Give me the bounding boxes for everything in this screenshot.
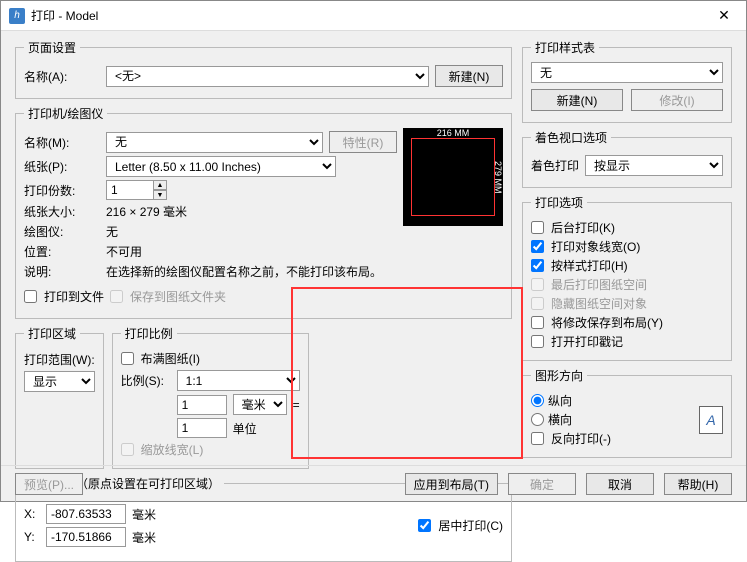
cancel-button[interactable]: 取消 [586,473,654,495]
styles-edit-button[interactable]: 修改(I) [631,89,723,111]
shaded-select[interactable]: 按显示 [585,155,723,176]
cb-save-folder [110,290,123,303]
scale-legend: 打印比例 [121,325,177,342]
styles-group: 打印样式表 无 新建(N) 修改(I) [522,39,732,123]
pr-desc-value: 在选择新的绘图仪配置名称之前，不能打印该布局。 [106,263,382,280]
cb-opt-lw[interactable] [531,240,544,253]
close-icon[interactable]: ✕ [710,2,738,30]
pr-location-label: 位置: [24,243,100,260]
scale-ratio-select[interactable]: 1:1 [177,370,300,391]
scale-unit2-input[interactable] [177,418,227,438]
cb-opt-save[interactable] [531,316,544,329]
help-button[interactable]: 帮助(H) [664,473,732,495]
offset-x-unit: 毫米 [132,506,156,523]
cb-fit-paper[interactable] [121,352,134,365]
pr-copies-label: 打印份数: [24,182,100,199]
pr-plotter-value: 无 [106,223,118,240]
shaded-label: 着色打印 [531,157,579,174]
pr-location-value: 不可用 [106,243,142,260]
pr-desc-label: 说明: [24,263,100,280]
options-group: 打印选项 后台打印(K) 打印对象线宽(O) 按样式打印(H) 最后打印图纸空间… [522,194,732,361]
cb-scale-lw [121,443,134,456]
preview-button[interactable]: 预览(P)... [15,473,83,495]
ps-name-label: 名称(A): [24,68,100,85]
paper-preview: 216 MM 279 MM [403,128,503,226]
printer-group: 打印机/绘图仪 名称(M): 无 特性(R) 纸张(P): Letter (8.… [15,105,512,319]
pr-props-button[interactable]: 特性(R) [329,131,397,153]
dim-top: 216 MM [411,128,495,138]
ps-new-button[interactable]: 新建(N) [435,65,503,87]
pr-size-value: 216 × 279 毫米 [106,203,187,220]
cb-opt-style[interactable] [531,259,544,272]
shaded-legend: 着色视口选项 [531,129,611,146]
pr-copies-input[interactable] [106,180,154,200]
rb-portrait[interactable] [531,394,544,407]
rb-landscape[interactable] [531,413,544,426]
orient-icon: A [699,406,723,434]
offset-x-input[interactable] [46,504,126,524]
cb-opt-bg[interactable] [531,221,544,234]
print-dialog: h 打印 - Model ✕ 页面设置 名称(A): <无> 新建(N) 打印机… [0,0,747,502]
offset-y-label: Y: [24,530,40,544]
pr-size-label: 纸张大小: [24,203,100,220]
offset-x-label: X: [24,507,40,521]
window-title: 打印 - Model [31,7,710,24]
offset-y-unit: 毫米 [132,529,156,546]
footer: 预览(P)... 应用到布局(T) 确定 取消 帮助(H) [1,465,746,501]
styles-new-button[interactable]: 新建(N) [531,89,623,111]
print-area-group: 打印区域 打印范围(W): 显示 [15,325,104,469]
apply-button[interactable]: 应用到布局(T) [405,473,498,495]
area-range-select[interactable]: 显示 [24,371,95,392]
cb-center[interactable] [418,519,431,532]
scale-unit1-select[interactable]: 毫米 [233,394,287,415]
cb-opt-hide [531,297,544,310]
options-legend: 打印选项 [531,194,587,211]
styles-select[interactable]: 无 [531,62,723,83]
cb-opt-stamp[interactable] [531,335,544,348]
pr-paper-label: 纸张(P): [24,158,100,175]
cb-print-to-file[interactable] [24,290,37,303]
area-range-label: 打印范围(W): [24,351,95,368]
printer-legend: 打印机/绘图仪 [24,105,107,122]
pr-name-select[interactable]: 无 [106,132,323,153]
spinner-down-icon[interactable]: ▼ [153,190,167,200]
scale-ratio-label: 比例(S): [121,372,171,389]
styles-legend: 打印样式表 [531,39,599,56]
scale-unit2-label: 单位 [233,420,257,437]
paper-outline [411,138,495,216]
orient-group: 图形方向 纵向 横向 反向打印(-) A [522,367,732,458]
ok-button[interactable]: 确定 [508,473,576,495]
page-setup-group: 页面设置 名称(A): <无> 新建(N) [15,39,512,99]
scale-group: 打印比例 布满图纸(I) 比例(S): 1:1 毫米 = [112,325,309,469]
page-setup-legend: 页面设置 [24,39,80,56]
cb-reverse[interactable] [531,432,544,445]
orient-legend: 图形方向 [531,367,587,384]
app-icon: h [9,8,25,24]
ps-name-select[interactable]: <无> [106,66,429,87]
dim-right: 279 MM [493,138,503,216]
titlebar: h 打印 - Model ✕ [1,1,746,31]
pr-name-label: 名称(M): [24,134,100,151]
scale-unit1-input[interactable] [177,395,227,415]
shaded-group: 着色视口选项 着色打印 按显示 [522,129,732,188]
scale-eq: = [293,398,300,412]
offset-y-input[interactable] [46,527,126,547]
pr-paper-select[interactable]: Letter (8.50 x 11.00 Inches) [106,156,336,177]
spinner-up-icon[interactable]: ▲ [153,180,167,190]
area-legend: 打印区域 [24,325,80,342]
pr-plotter-label: 绘图仪: [24,223,100,240]
cb-opt-last [531,278,544,291]
